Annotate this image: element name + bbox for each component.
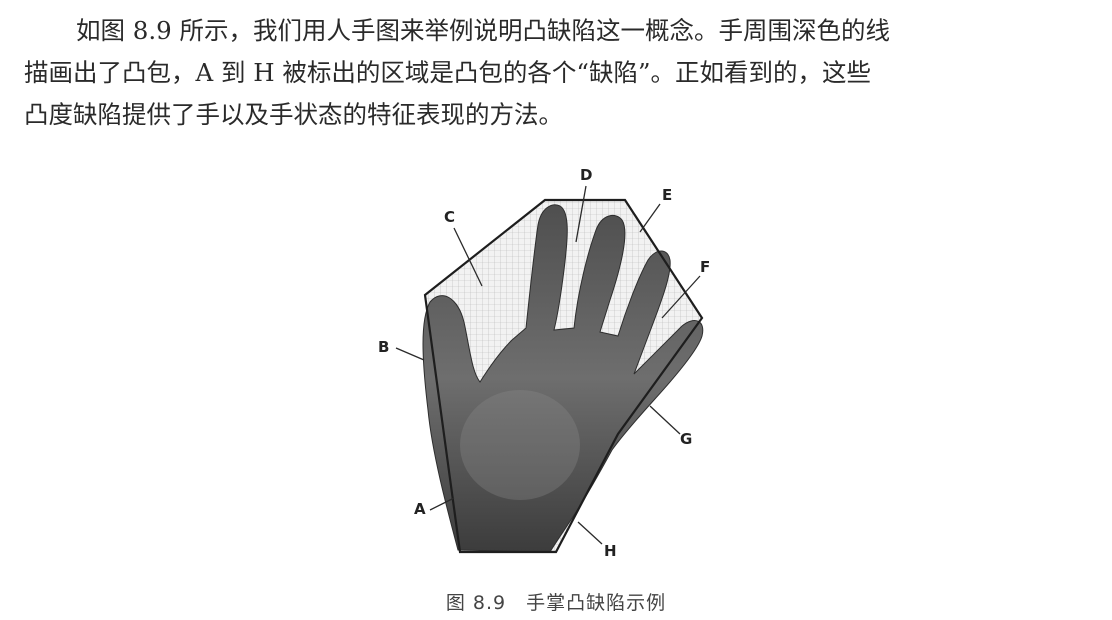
paragraph-line-1: 如图 8.9 所示，我们用人手图来举例说明凸缺陷这一概念。手周围深色的线 [76,16,891,45]
label-c: C [444,208,455,226]
label-d: D [580,166,592,184]
pointer-line-h [577,521,603,545]
body-paragraph: 如图 8.9 所示，我们用人手图来举例说明凸缺陷这一概念。手周围深色的线 描画出… [24,10,1094,136]
figure-caption: 图 8.9 手掌凸缺陷示例 [445,592,667,614]
paragraph-line-2: 描画出了凸包，A 到 H 被标出的区域是凸包的各个“缺陷”。正如看到的，这些 [24,58,871,87]
label-a: A [414,500,426,518]
label-f: F [700,258,710,276]
pointer-line-e [639,203,661,233]
palm-highlight [460,390,580,500]
hand-figure: A B C D E F G H [350,160,770,570]
label-e: E [662,186,672,204]
pointer-line-g [649,405,681,435]
hand-convex-hull-illustration: A B C D E F G H [378,166,710,560]
label-b: B [378,338,389,356]
label-g: G [680,430,692,448]
paragraph-line-3: 凸度缺陷提供了手以及手状态的特征表现的方法。 [24,100,563,129]
pointer-line-b [395,347,425,361]
label-h: H [604,542,617,560]
